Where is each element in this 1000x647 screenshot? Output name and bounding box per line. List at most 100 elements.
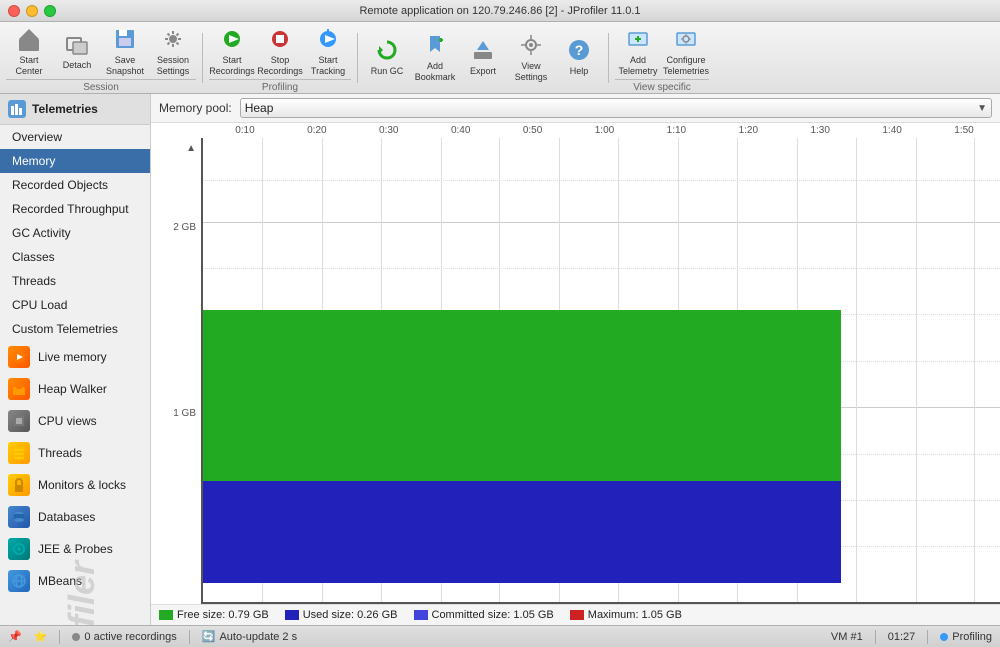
sidebar-subsection-live-memory[interactable]: Live memory bbox=[0, 341, 150, 373]
sidebar-subsection-jee-probes[interactable]: JEE & Probes bbox=[0, 533, 150, 565]
toolbar-session-items: StartCenter Detach SaveSnapshot SessionS… bbox=[6, 22, 196, 78]
sidebar-item-cpu-load[interactable]: CPU Load bbox=[0, 293, 150, 317]
sidebar-subsection-cpu-views[interactable]: CPU views bbox=[0, 405, 150, 437]
sidebar-section-telemetries[interactable]: Telemetries bbox=[0, 94, 150, 125]
memory-pool-bar: Memory pool: Heap ▼ bbox=[151, 94, 1000, 123]
time-text: 01:27 bbox=[888, 631, 916, 643]
dropdown-arrow-icon: ▼ bbox=[977, 103, 987, 114]
start-center-label: StartCenter bbox=[15, 55, 42, 77]
chart-bar-used bbox=[203, 481, 841, 583]
configure-telemetries-icon bbox=[672, 25, 700, 53]
sidebar-item-overview[interactable]: Overview bbox=[0, 125, 150, 149]
sidebar-item-threads[interactable]: Threads bbox=[0, 269, 150, 293]
status-recordings: 0 active recordings bbox=[72, 631, 176, 643]
main-area: Telemetries Overview Memory Recorded Obj… bbox=[0, 94, 1000, 625]
run-gc-button[interactable]: Run GC bbox=[364, 28, 410, 84]
sidebar-subsection-mbeans[interactable]: MBeans bbox=[0, 565, 150, 597]
detach-button[interactable]: Detach bbox=[54, 22, 100, 78]
save-snapshot-icon bbox=[111, 25, 139, 53]
legend-free: Free size: 0.79 GB bbox=[159, 609, 269, 621]
x-tick-7: 1:20 bbox=[712, 125, 784, 136]
heap-walker-icon bbox=[8, 378, 30, 400]
toolbar-group-session: StartCenter Detach SaveSnapshot SessionS… bbox=[6, 22, 196, 94]
memory-pool-select[interactable]: Heap ▼ bbox=[240, 98, 992, 118]
start-recordings-icon bbox=[218, 25, 246, 53]
start-center-button[interactable]: StartCenter bbox=[6, 22, 52, 78]
toolbar-sep-3 bbox=[608, 33, 609, 83]
chart-x-axis: 0:10 0:20 0:30 0:40 0:50 1:00 1:10 1:20 … bbox=[201, 123, 1000, 138]
add-telemetry-icon bbox=[624, 25, 652, 53]
sidebar-item-custom-telemetries[interactable]: Custom Telemetries bbox=[0, 317, 150, 341]
x-tick-6: 1:10 bbox=[640, 125, 712, 136]
memory-pool-value: Heap bbox=[245, 101, 274, 115]
sidebar-item-classes[interactable]: Classes bbox=[0, 245, 150, 269]
session-settings-label: SessionSettings bbox=[157, 55, 190, 77]
y-label-1gb: 1 GB bbox=[151, 408, 196, 419]
status-star[interactable]: ⭐ bbox=[34, 630, 48, 643]
configure-telemetries-button[interactable]: ConfigureTelemetries bbox=[663, 22, 709, 78]
view-settings-icon bbox=[517, 31, 545, 59]
pin-icon: 📌 bbox=[8, 630, 22, 643]
sidebar-section-title: Telemetries bbox=[32, 102, 98, 116]
telemetries-icon bbox=[8, 100, 26, 118]
x-tick-5: 1:00 bbox=[569, 125, 641, 136]
view-settings-label: ViewSettings bbox=[515, 61, 548, 83]
maximize-button[interactable] bbox=[44, 5, 56, 17]
stop-recordings-button[interactable]: StopRecordings bbox=[257, 22, 303, 78]
sidebar-subsection-databases[interactable]: Databases bbox=[0, 501, 150, 533]
jee-probes-icon bbox=[8, 538, 30, 560]
session-settings-button[interactable]: SessionSettings bbox=[150, 22, 196, 78]
status-sep-1 bbox=[59, 630, 60, 644]
window-controls bbox=[8, 5, 56, 17]
sidebar-item-gc-activity[interactable]: GC Activity bbox=[0, 221, 150, 245]
save-snapshot-button[interactable]: SaveSnapshot bbox=[102, 22, 148, 78]
x-tick-10: 1:50 bbox=[928, 125, 1000, 136]
start-recordings-button[interactable]: StartRecordings bbox=[209, 22, 255, 78]
sidebar-item-recorded-throughput[interactable]: Recorded Throughput bbox=[0, 197, 150, 221]
toolbar: StartCenter Detach SaveSnapshot SessionS… bbox=[0, 22, 1000, 94]
tools-group-label bbox=[364, 85, 602, 87]
legend-used-label: Used size: 0.26 GB bbox=[303, 609, 398, 621]
help-label: Help bbox=[570, 66, 589, 77]
status-pin[interactable]: 📌 bbox=[8, 630, 22, 643]
add-telemetry-label: AddTelemetry bbox=[618, 55, 657, 77]
start-tracking-button[interactable]: StartTracking bbox=[305, 22, 351, 78]
legend-committed: Committed size: 1.05 GB bbox=[414, 609, 554, 621]
y-label-2gb: 2 GB bbox=[151, 222, 196, 233]
legend-free-label: Free size: 0.79 GB bbox=[177, 609, 269, 621]
close-button[interactable] bbox=[8, 5, 20, 17]
x-ticks-row: 0:10 0:20 0:30 0:40 0:50 1:00 1:10 1:20 … bbox=[209, 125, 1000, 136]
view-settings-button[interactable]: ViewSettings bbox=[508, 28, 554, 84]
sidebar-item-recorded-objects[interactable]: Recorded Objects bbox=[0, 173, 150, 197]
memory-pool-label: Memory pool: bbox=[159, 101, 232, 115]
status-sep-4 bbox=[927, 630, 928, 644]
sidebar-subsection-threads[interactable]: Threads bbox=[0, 437, 150, 469]
minimize-button[interactable] bbox=[26, 5, 38, 17]
export-label: Export bbox=[470, 66, 496, 77]
export-button[interactable]: Export bbox=[460, 28, 506, 84]
add-telemetry-button[interactable]: AddTelemetry bbox=[615, 22, 661, 78]
profiling-group-label: Profiling bbox=[209, 79, 351, 93]
legend-maximum-label: Maximum: 1.05 GB bbox=[588, 609, 682, 621]
stop-recordings-label: StopRecordings bbox=[257, 55, 303, 77]
x-tick-3: 0:40 bbox=[425, 125, 497, 136]
toolbar-view-specific-items: AddTelemetry ConfigureTelemetries bbox=[615, 22, 709, 78]
help-button[interactable]: ? Help bbox=[556, 28, 602, 84]
x-tick-4: 0:50 bbox=[497, 125, 569, 136]
legend-committed-color bbox=[414, 610, 428, 620]
x-tick-0: 0:10 bbox=[209, 125, 281, 136]
content-area: Memory pool: Heap ▼ 0:10 0:20 0:30 0:40 … bbox=[151, 94, 1000, 625]
toolbar-group-tools: Run GC AddBookmark Export ViewSettings bbox=[364, 28, 602, 88]
grid-v-13 bbox=[974, 138, 975, 602]
sidebar-item-memory[interactable]: Memory bbox=[0, 149, 150, 173]
chart-bar-free bbox=[203, 310, 841, 482]
toolbar-tools-items: Run GC AddBookmark Export ViewSettings bbox=[364, 28, 602, 84]
add-bookmark-button[interactable]: AddBookmark bbox=[412, 28, 458, 84]
run-gc-icon bbox=[373, 36, 401, 64]
status-autoupdate: 🔄 Auto-update 2 s bbox=[202, 630, 297, 643]
sidebar-subsection-monitors-locks[interactable]: Monitors & locks bbox=[0, 469, 150, 501]
toolbar-group-view-specific: AddTelemetry ConfigureTelemetries View s… bbox=[615, 22, 709, 94]
legend-maximum-color bbox=[570, 610, 584, 620]
legend-free-color bbox=[159, 610, 173, 620]
sidebar-subsection-heap-walker[interactable]: Heap Walker bbox=[0, 373, 150, 405]
